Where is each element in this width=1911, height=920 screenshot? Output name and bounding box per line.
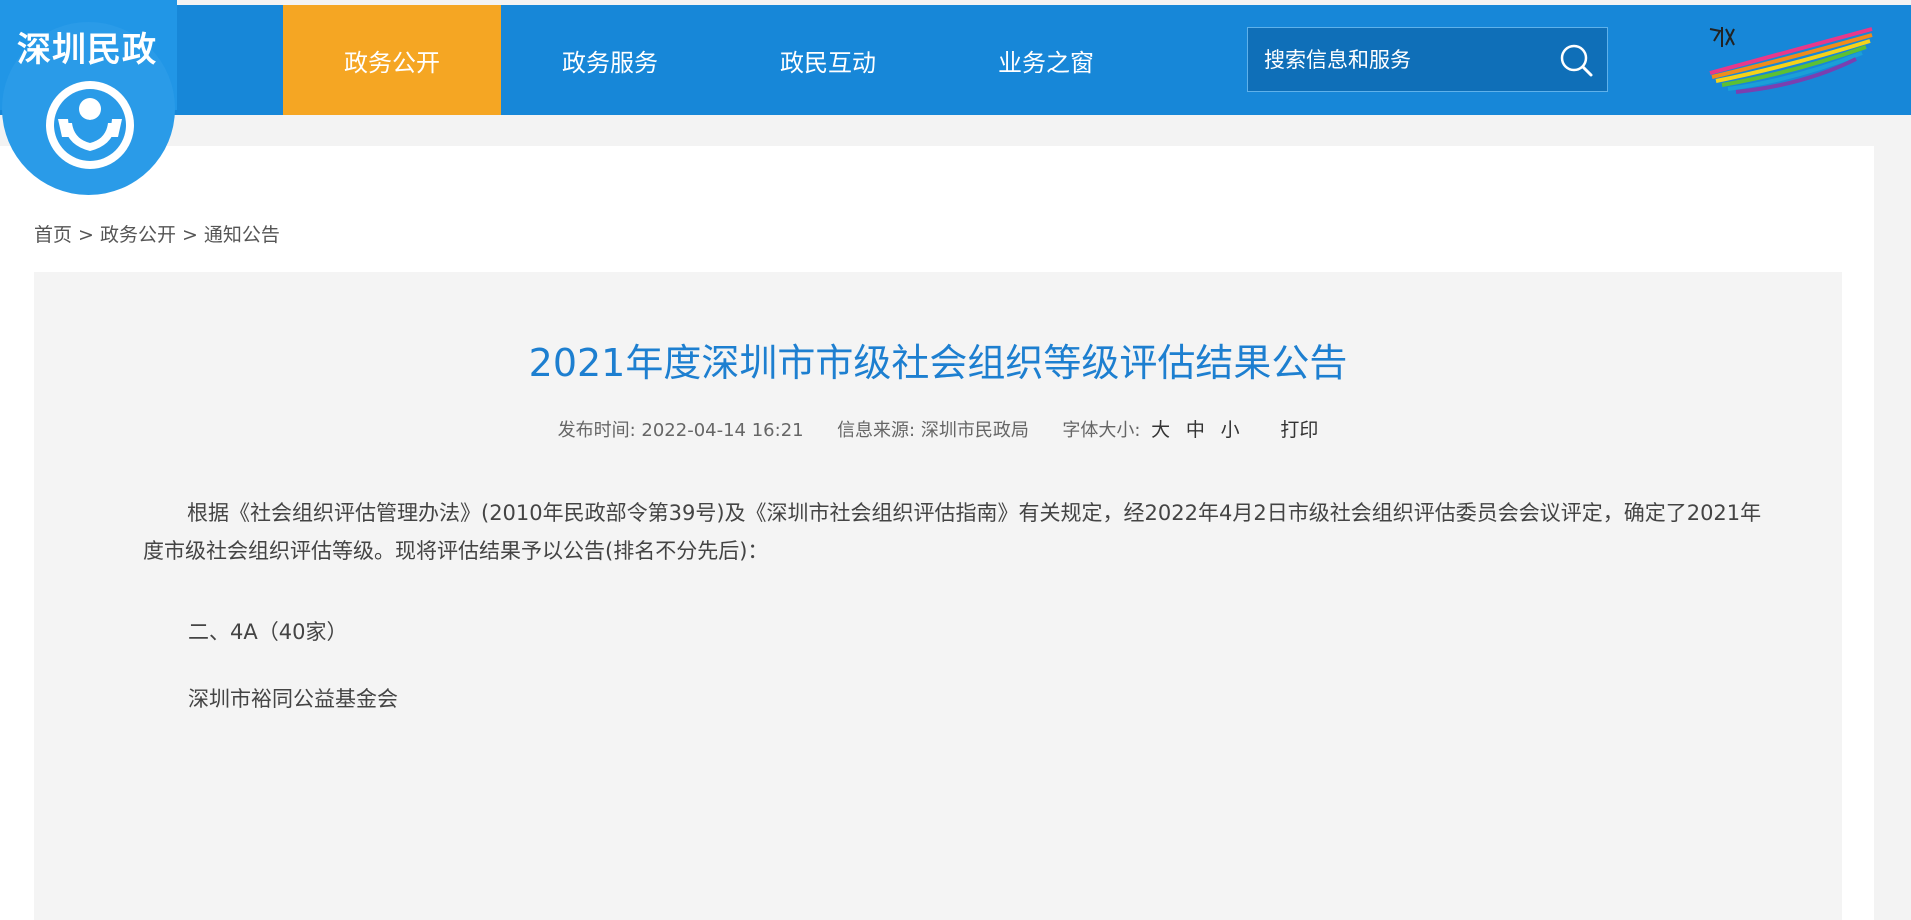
nav-item-business-window[interactable]: 业务之窗 <box>937 5 1155 115</box>
search-box <box>1247 27 1608 92</box>
font-size-label: 字体大小: <box>1062 420 1141 441</box>
breadcrumb-notices[interactable]: 通知公告 <box>204 224 280 246</box>
nav-item-government-affairs[interactable]: 政务公开 <box>283 5 501 115</box>
nav-item-interaction[interactable]: 政民互动 <box>719 5 937 115</box>
logo-text: 深圳民政 <box>17 30 157 70</box>
font-size-small-button[interactable]: 小 <box>1221 419 1240 441</box>
nav-item-government-services[interactable]: 政务服务 <box>501 5 719 115</box>
source: 深圳市民政局 <box>920 420 1029 441</box>
main-nav: 政务公开 政务服务 政民互动 业务之窗 <box>283 5 1155 115</box>
search-button[interactable] <box>1545 28 1607 91</box>
civil-affairs-emblem-icon <box>46 81 134 169</box>
section-heading: 二、4A（40家） <box>188 620 348 644</box>
font-size-medium-button[interactable]: 中 <box>1186 419 1205 441</box>
shenzhen-city-logo[interactable] <box>1706 25 1876 95</box>
breadcrumb: 首页 > 政务公开 > 通知公告 <box>34 220 280 247</box>
breadcrumb-government-affairs[interactable]: 政务公开 <box>100 224 176 246</box>
search-icon <box>1560 44 1593 76</box>
publish-time-label: 发布时间: <box>557 420 636 441</box>
article-paragraph: 根据《社会组织评估管理办法》(2010年民政部令第39号)及《深圳市社会组织评估… <box>143 501 1762 563</box>
article-title: 2021年度深圳市市级社会组织等级评估结果公告 <box>528 341 1348 385</box>
source-label: 信息来源: <box>837 420 916 441</box>
article-meta: 发布时间: 2022-04-14 16:21 信息来源: 深圳市民政局 字体大小… <box>34 415 1842 442</box>
breadcrumb-home[interactable]: 首页 <box>34 224 72 246</box>
list-item: 深圳市裕同公益基金会 <box>188 687 398 711</box>
breadcrumb-separator: > <box>181 224 198 246</box>
font-size-large-button[interactable]: 大 <box>1151 419 1170 441</box>
article: 2021年度深圳市市级社会组织等级评估结果公告 发布时间: 2022-04-14… <box>34 272 1842 920</box>
publish-time: 2022-04-14 16:21 <box>641 420 804 441</box>
print-button[interactable]: 打印 <box>1280 419 1318 441</box>
search-input[interactable] <box>1248 28 1545 91</box>
site-logo[interactable]: 深圳民政 <box>0 0 177 196</box>
breadcrumb-separator: > <box>78 224 94 246</box>
